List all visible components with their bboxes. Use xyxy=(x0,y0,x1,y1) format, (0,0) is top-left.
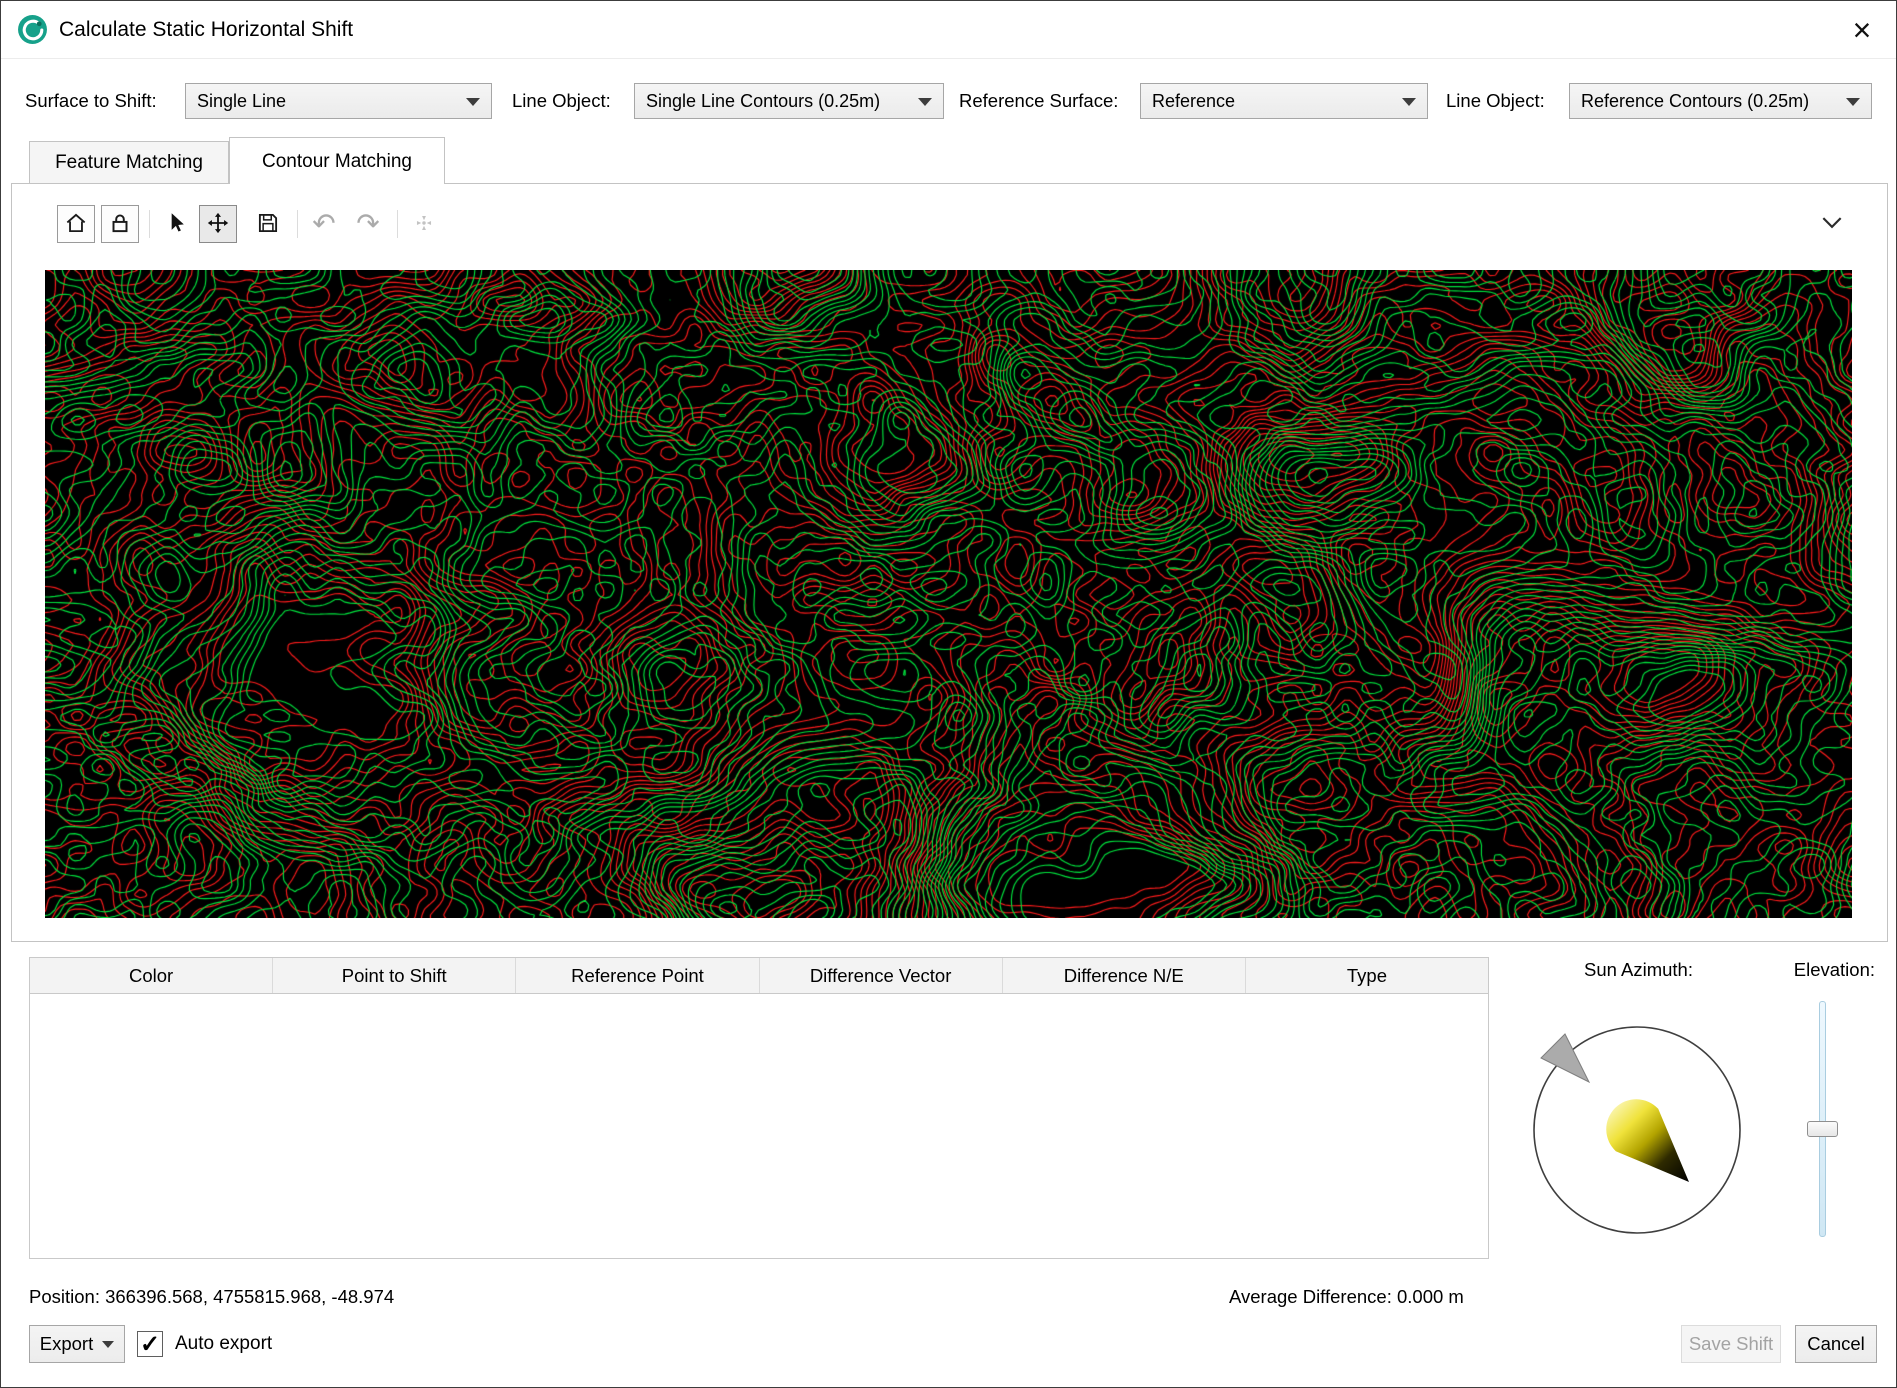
toolbar-separator xyxy=(297,210,298,238)
title-bar: Calculate Static Horizontal Shift × xyxy=(1,1,1896,59)
export-caret-icon xyxy=(102,1340,115,1348)
export-button-label: Export xyxy=(39,1333,94,1354)
toolbar-separator xyxy=(149,210,150,238)
save-shift-button[interactable]: Save Shift xyxy=(1681,1325,1781,1363)
filter-row: Surface to Shift: Single Line Line Objec… xyxy=(1,81,1896,121)
elevation-slider-track[interactable] xyxy=(1819,1001,1826,1237)
line-object-select[interactable]: Single Line Contours (0.25m) xyxy=(634,83,944,119)
sun-azimuth-dial[interactable] xyxy=(1529,1022,1745,1238)
contour-map-view[interactable] xyxy=(45,270,1852,918)
ref-line-object-select[interactable]: Reference Contours (0.25m) xyxy=(1569,83,1872,119)
dropdown-arrow-icon xyxy=(466,98,480,106)
ref-line-object-label: Line Object: xyxy=(1446,90,1545,111)
save-icon xyxy=(255,210,281,239)
line-object-label: Line Object: xyxy=(512,90,611,111)
auto-export-checkbox[interactable]: ✓ xyxy=(137,1330,163,1358)
tab-feature-matching[interactable]: Feature Matching xyxy=(29,141,229,183)
export-button[interactable]: Export xyxy=(29,1325,125,1363)
sun-azimuth-label: Sun Azimuth: xyxy=(1583,959,1693,980)
dropdown-arrow-icon xyxy=(1846,98,1860,106)
auto-export-label: Auto export xyxy=(175,1333,273,1354)
redo-button[interactable]: ↷ xyxy=(349,205,387,243)
toolbar-separator xyxy=(397,210,398,238)
center-points-icon xyxy=(411,210,437,239)
shift-points-table: Color Point to Shift Reference Point Dif… xyxy=(29,957,1489,1259)
surface-to-shift-value: Single Line xyxy=(197,91,287,111)
ref-line-object-value: Reference Contours (0.25m) xyxy=(1581,91,1810,111)
reference-surface-label: Reference Surface: xyxy=(959,90,1119,111)
chevron-down-icon xyxy=(1821,216,1843,232)
table-body xyxy=(30,994,1488,1258)
column-header-color[interactable]: Color xyxy=(30,958,274,993)
collapse-toolbar-button[interactable] xyxy=(1813,205,1851,243)
tab-contour-matching[interactable]: Contour Matching xyxy=(229,137,445,184)
reference-surface-select[interactable]: Reference xyxy=(1140,83,1428,119)
select-tool-button[interactable] xyxy=(157,205,195,243)
checkmark-icon: ✓ xyxy=(139,1330,161,1358)
surface-to-shift-label: Surface to Shift: xyxy=(25,90,157,111)
column-header-reference-point[interactable]: Reference Point xyxy=(516,958,760,993)
average-difference-readout: Average Difference: 0.000 m xyxy=(1229,1286,1464,1307)
dialog-title: Calculate Static Horizontal Shift xyxy=(59,18,354,41)
pan-tool-button[interactable] xyxy=(199,205,237,243)
undo-button[interactable]: ↶ xyxy=(305,205,343,243)
column-header-point-to-shift[interactable]: Point to Shift xyxy=(273,958,517,993)
app-logo-icon xyxy=(17,14,48,45)
column-header-difference-vector[interactable]: Difference Vector xyxy=(760,958,1003,993)
lock-icon xyxy=(107,210,133,239)
undo-icon: ↶ xyxy=(312,208,336,239)
home-button[interactable] xyxy=(57,205,95,243)
dropdown-arrow-icon xyxy=(1402,98,1416,106)
elevation-label: Elevation: xyxy=(1793,959,1875,980)
surface-to-shift-select[interactable]: Single Line xyxy=(185,83,492,119)
close-button[interactable]: × xyxy=(1838,1,1886,59)
redo-icon: ↷ xyxy=(356,208,380,239)
home-icon xyxy=(63,210,89,239)
table-header-row: Color Point to Shift Reference Point Dif… xyxy=(30,958,1488,994)
position-readout: Position: 366396.568, 4755815.968, -48.9… xyxy=(29,1286,395,1307)
lock-button[interactable] xyxy=(101,205,139,243)
column-header-difference-ne[interactable]: Difference N/E xyxy=(1003,958,1246,993)
cancel-button[interactable]: Cancel xyxy=(1795,1325,1877,1363)
cursor-icon xyxy=(163,210,189,239)
center-points-button[interactable] xyxy=(405,205,443,243)
calculate-static-horizontal-shift-dialog: Calculate Static Horizontal Shift × Surf… xyxy=(0,0,1897,1388)
dropdown-arrow-icon xyxy=(918,98,932,106)
line-object-value: Single Line Contours (0.25m) xyxy=(646,91,881,111)
reference-surface-value: Reference xyxy=(1152,91,1236,111)
move-icon xyxy=(205,210,231,239)
column-header-type[interactable]: Type xyxy=(1246,958,1488,993)
save-view-button[interactable] xyxy=(249,205,287,243)
elevation-slider-thumb[interactable] xyxy=(1807,1121,1838,1137)
